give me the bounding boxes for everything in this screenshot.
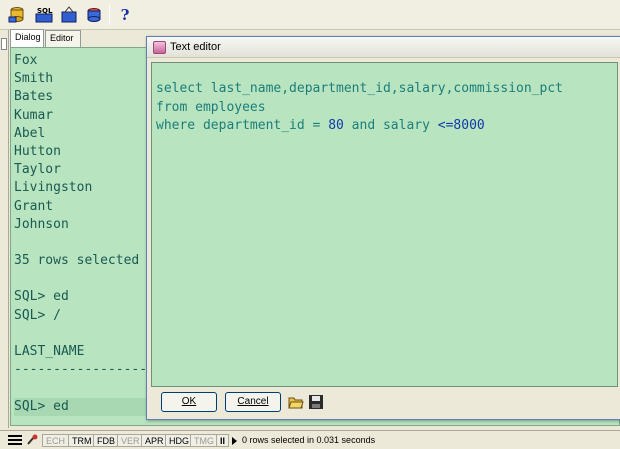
disconnect-db-icon[interactable] [82, 4, 106, 26]
editor-token: from employees [156, 99, 266, 115]
tab-editor[interactable]: Editor [45, 30, 81, 47]
text-editor-dialog: Text editor select last_name,department_… [146, 36, 620, 420]
editor-line: select last_name,department_id,salary,co… [156, 80, 617, 99]
text-editor-app-icon [153, 41, 166, 54]
editor-token: 8000 [453, 118, 485, 133]
editor-line: where department_id = 80 and salary <=80… [156, 117, 617, 136]
lines-icon [8, 435, 22, 446]
toolbar-separator [109, 5, 110, 25]
editor-token: 80 [328, 118, 344, 133]
gutter-marker [1, 38, 7, 50]
status-hdg-indicator[interactable]: HDG [165, 434, 193, 447]
status-ver-indicator[interactable]: VER [117, 434, 144, 447]
sql-file-icon[interactable]: SQL [32, 4, 56, 26]
status-apr-indicator[interactable]: APR [141, 434, 168, 447]
status-trm-indicator[interactable]: TRM [68, 434, 96, 447]
dialog-button-bar: OK Cancel [147, 389, 620, 421]
dialog-titlebar[interactable]: Text editor [147, 37, 620, 58]
sql-editor-textarea[interactable]: select last_name,department_id,salary,co… [151, 62, 618, 387]
help-icon[interactable]: ? [113, 4, 137, 26]
cancel-button[interactable]: Cancel [225, 392, 281, 412]
status-message: 0 rows selected in 0.031 seconds [242, 435, 376, 445]
toolbar: SQL ? [0, 0, 620, 30]
pause-button[interactable]: II [216, 434, 230, 447]
play-icon[interactable] [232, 437, 237, 445]
editor-token: where department_id = [156, 118, 329, 133]
status-fdb-indicator[interactable]: FDB [93, 434, 119, 447]
help-label: ? [120, 6, 130, 24]
editor-token: <= [437, 118, 454, 133]
editor-token: select last_name,department_id,salary,co… [156, 81, 563, 96]
ok-button[interactable]: OK [161, 392, 217, 412]
connect-db-icon[interactable] [5, 4, 29, 26]
left-gutter [0, 30, 9, 428]
tool-icon [26, 434, 40, 447]
status-ech-indicator[interactable]: ECH [42, 434, 70, 447]
dialog-title: Text editor [170, 41, 221, 53]
save-icon[interactable] [308, 394, 324, 410]
editor-line: from employees [156, 99, 617, 118]
status-bar: ECH TRM FDB VER APR HDG TMG II 0 rows se… [0, 430, 620, 449]
open-folder-icon[interactable] [288, 394, 304, 410]
database-icon[interactable] [57, 4, 81, 26]
tab-dialog[interactable]: Dialog [10, 29, 44, 47]
status-tmg-indicator[interactable]: TMG [190, 434, 218, 447]
editor-token: and salary [343, 118, 438, 133]
svg-text:SQL: SQL [37, 7, 53, 15]
